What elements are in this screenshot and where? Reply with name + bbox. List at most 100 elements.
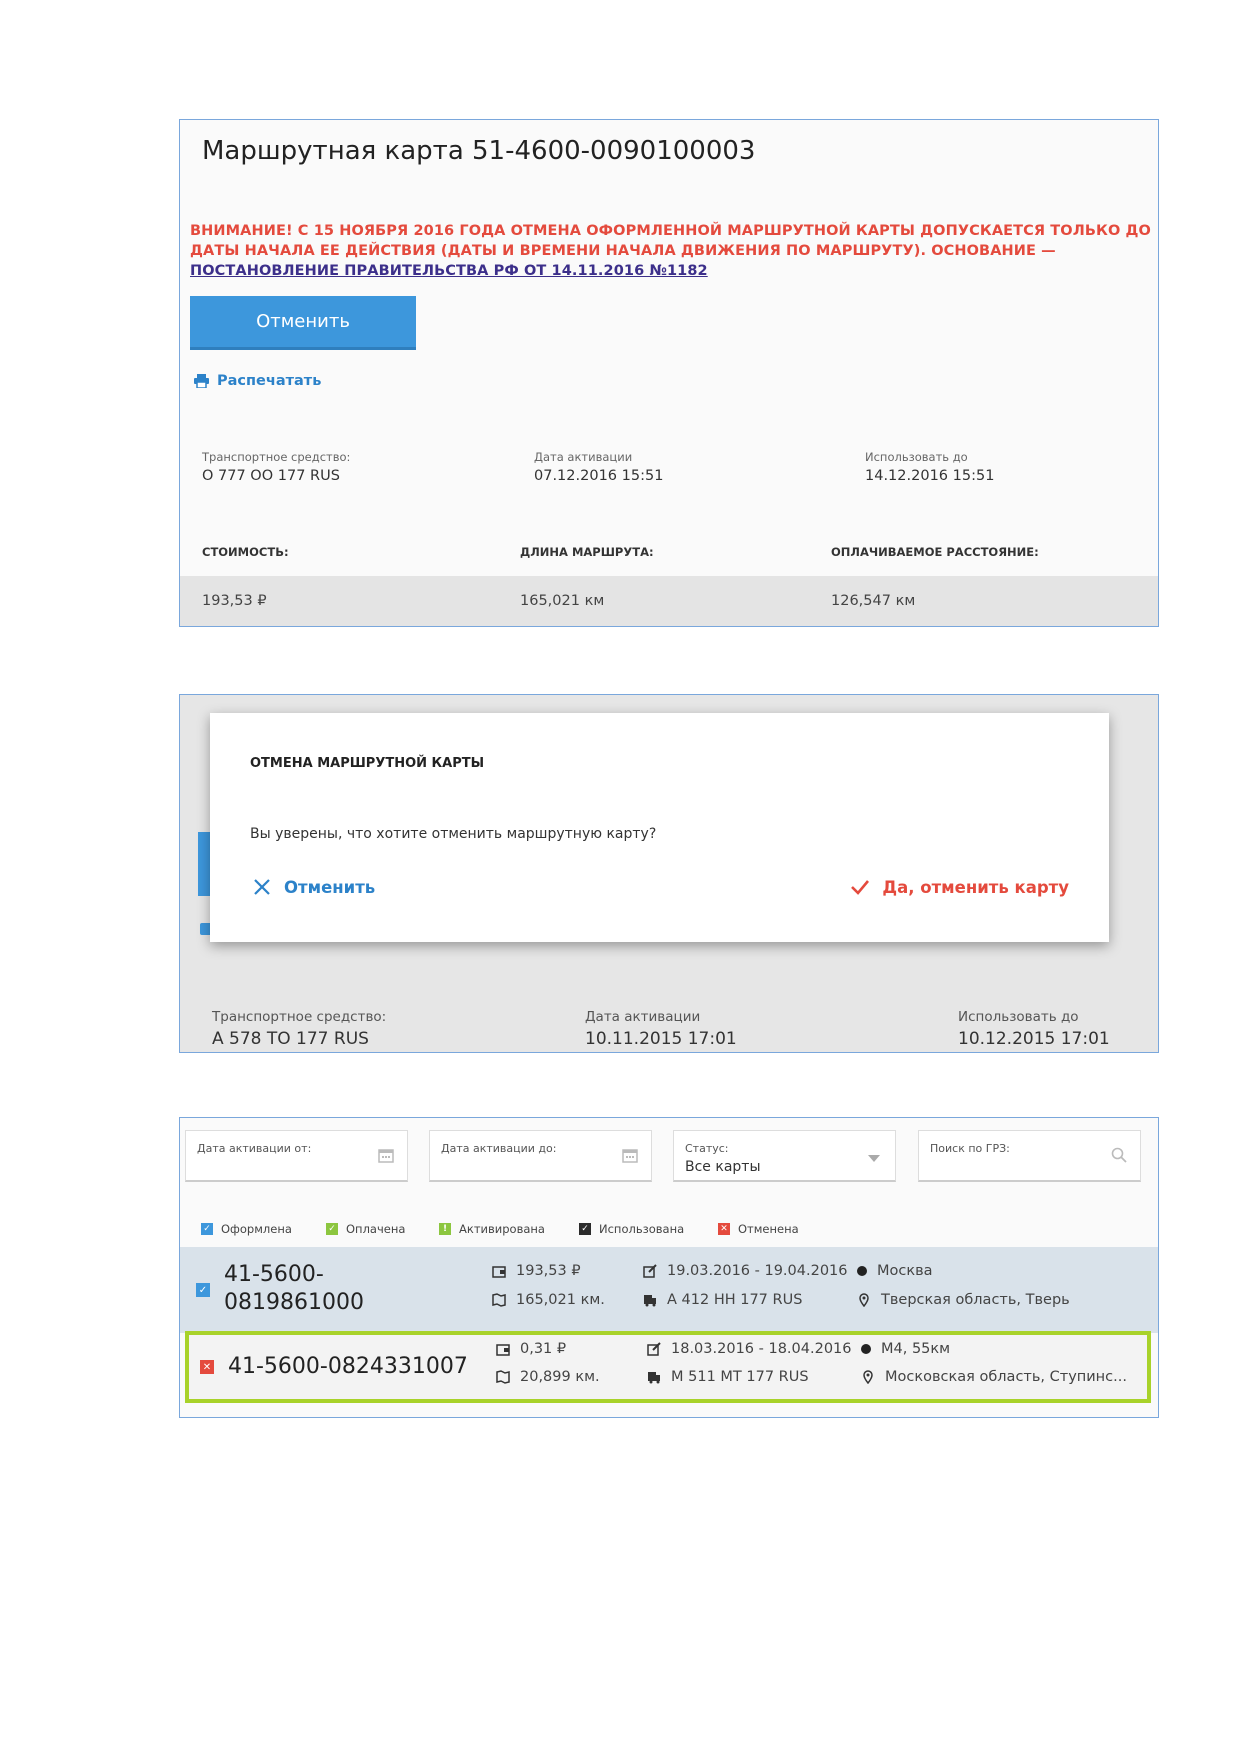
check-icon: ✓ xyxy=(326,1223,338,1235)
dialog-confirm-button[interactable]: Да, отменить карту xyxy=(850,877,1069,897)
activation-value: 07.12.2016 15:51 xyxy=(534,468,664,484)
activation-info: Дата активации 10.11.2015 17:01 xyxy=(585,1009,737,1049)
activation-label: Дата активации xyxy=(534,450,633,464)
cost-value: 193,53 ₽ xyxy=(516,1263,581,1279)
legend-item-cancelled: ✕ Отменена xyxy=(718,1222,799,1236)
dialog-cancel-button[interactable]: Отменить xyxy=(252,877,375,897)
wallet-icon xyxy=(492,1266,506,1278)
status-label: Статус: xyxy=(685,1142,729,1155)
status-value: Все карты xyxy=(685,1159,761,1175)
status-issued-icon: ✓ xyxy=(196,1283,210,1297)
vehicle-info: Транспортное средство: О 777 ОО 177 RUS xyxy=(202,450,350,484)
warning-text: ВНИМАНИЕ! С 15 НОЯБРЯ 2016 ГОДА ОТМЕНА О… xyxy=(190,223,1151,259)
activation-label: Дата активации xyxy=(585,1009,701,1025)
legend-label: Использована xyxy=(599,1222,685,1236)
card-number[interactable]: 41-5600- 0819861000 xyxy=(224,1261,364,1317)
plate-cell: А 412 НН 177 RUS xyxy=(643,1292,802,1308)
plate-cell: М 511 МТ 177 RUS xyxy=(647,1369,809,1385)
dialog-title: ОТМЕНА МАРШРУТНОЙ КАРТЫ xyxy=(250,756,485,771)
legend-label: Оформлена xyxy=(221,1222,292,1236)
map-icon xyxy=(496,1370,510,1384)
status-cancelled-icon: ✕ xyxy=(200,1360,214,1374)
edit-icon xyxy=(647,1342,661,1356)
calendar-icon[interactable] xyxy=(622,1147,638,1163)
paid-distance-header: ОПЛАЧИВАЕМОЕ РАССТОЯНИЕ: xyxy=(831,545,1039,559)
cost-header: СТОИМОСТЬ: xyxy=(202,545,289,559)
vehicle-value: О 777 ОО 177 RUS xyxy=(202,468,340,484)
edit-icon xyxy=(643,1264,657,1278)
distance-cell: 20,899 км. xyxy=(496,1369,600,1385)
print-label: Распечатать xyxy=(217,373,322,389)
distance-cell: 165,021 км. xyxy=(492,1292,605,1308)
dialog-confirm-label: Да, отменить карту xyxy=(882,877,1069,897)
check-icon: ✓ xyxy=(579,1223,591,1235)
card-number-part1: 41-5600- xyxy=(224,1262,324,1287)
valid-until-info: Использовать до 10.12.2015 17:01 xyxy=(958,1009,1110,1049)
search-icon[interactable] xyxy=(1111,1147,1127,1163)
date-to-filter[interactable]: Дата активации до: xyxy=(429,1130,652,1182)
card-number[interactable]: 41-5600-0824331007 xyxy=(228,1353,468,1381)
route-card-panel: Маршрутная карта 51-4600-0090100003 ВНИМ… xyxy=(179,119,1159,627)
dialog-text: Вы уверены, что хотите отменить маршрутн… xyxy=(250,826,657,842)
decree-link[interactable]: ПОСТАНОВЛЕНИЕ ПРАВИТЕЛЬСТВА РФ ОТ 14.11.… xyxy=(190,263,708,279)
valid-until-info: Использовать до 14.12.2016 15:51 xyxy=(865,450,994,484)
vehicle-label: Транспортное средство: xyxy=(202,450,351,464)
close-icon xyxy=(254,879,270,895)
route-to-cell: Московская область, Ступинс... xyxy=(861,1369,1127,1385)
origin-dot-icon xyxy=(857,1266,867,1276)
cancel-dialog-panel: Транспортное средство: А 578 ТО 177 RUS … xyxy=(179,694,1159,1053)
route-from-cell: М4, 55км xyxy=(861,1341,950,1357)
exclamation-icon: ! xyxy=(439,1223,451,1235)
chevron-down-icon xyxy=(868,1155,880,1162)
legend-label: Оплачена xyxy=(346,1222,406,1236)
route-length-header: ДЛИНА МАРШРУТА: xyxy=(520,545,654,559)
valid-until-value: 10.12.2015 17:01 xyxy=(958,1029,1110,1049)
legend-item-paid: ✓ Оплачена xyxy=(326,1222,405,1236)
legend-item-used: ✓ Использована xyxy=(579,1222,684,1236)
legend-label: Отменена xyxy=(738,1222,799,1236)
status-select[interactable]: Статус: Все карты xyxy=(673,1130,896,1182)
print-link[interactable]: Распечатать xyxy=(194,373,321,389)
distance-value: 20,899 км. xyxy=(520,1369,600,1385)
location-pin-icon xyxy=(863,1370,873,1384)
activation-info: Дата активации 07.12.2016 15:51 xyxy=(534,450,663,484)
plate-search-input[interactable]: Поиск по ГРЗ: xyxy=(918,1130,1141,1182)
dialog-cancel-label: Отменить xyxy=(284,877,376,897)
dates-cell: 19.03.2016 - 19.04.2016 xyxy=(643,1263,848,1279)
date-from-label: Дата активации от: xyxy=(197,1142,312,1155)
map-icon xyxy=(492,1293,506,1307)
valid-until-value: 14.12.2016 15:51 xyxy=(865,468,995,484)
warning-message: ВНИМАНИЕ! С 15 НОЯБРЯ 2016 ГОДА ОТМЕНА О… xyxy=(190,221,1152,281)
route-to-value: Московская область, Ступинс... xyxy=(885,1369,1127,1385)
paid-distance-value: 126,547 км xyxy=(831,593,916,609)
cost-cell: 193,53 ₽ xyxy=(492,1263,581,1279)
date-from-filter[interactable]: Дата активации от: xyxy=(185,1130,408,1182)
plate-value: М 511 МТ 177 RUS xyxy=(671,1369,809,1385)
cancel-dialog: ОТМЕНА МАРШРУТНОЙ КАРТЫ Вы уверены, что … xyxy=(210,713,1109,942)
distance-value: 165,021 км. xyxy=(516,1292,605,1308)
cross-icon: ✕ xyxy=(718,1223,730,1235)
date-to-label: Дата активации до: xyxy=(441,1142,557,1155)
table-row[interactable]: ✓ 41-5600- 0819861000 193,53 ₽ 165,021 к… xyxy=(180,1247,1158,1333)
cost-value: 0,31 ₽ xyxy=(520,1341,567,1357)
valid-until-label: Использовать до xyxy=(865,450,968,464)
location-pin-icon xyxy=(859,1293,869,1307)
cancel-card-button[interactable]: Отменить xyxy=(190,296,416,350)
route-from-cell: Москва xyxy=(857,1263,933,1279)
cost-value: 193,53 ₽ xyxy=(202,593,267,609)
route-from-value: М4, 55км xyxy=(881,1341,951,1357)
table-row-selected[interactable]: ✕ 41-5600-0824331007 0,31 ₽ 20,899 км. 1… xyxy=(185,1331,1151,1403)
activation-value: 10.11.2015 17:01 xyxy=(585,1029,737,1049)
route-cards-list-panel: Дата активации от: Дата активации до: Ст… xyxy=(179,1117,1159,1418)
summary-bar: 193,53 ₽ 165,021 км 126,547 км xyxy=(180,576,1158,626)
calendar-icon[interactable] xyxy=(378,1147,394,1163)
printer-icon xyxy=(194,374,209,388)
dates-value: 18.03.2016 - 18.04.2016 xyxy=(671,1341,852,1357)
vehicle-info: Транспортное средство: А 578 ТО 177 RUS xyxy=(212,1009,386,1049)
vehicle-label: Транспортное средство: xyxy=(212,1009,387,1025)
dates-value: 19.03.2016 - 19.04.2016 xyxy=(667,1263,848,1279)
cost-cell: 0,31 ₽ xyxy=(496,1341,566,1357)
legend-item-issued: ✓ Оформлена xyxy=(201,1222,292,1236)
page-title: Маршрутная карта 51-4600-0090100003 xyxy=(202,136,756,166)
check-icon: ✓ xyxy=(201,1223,213,1235)
